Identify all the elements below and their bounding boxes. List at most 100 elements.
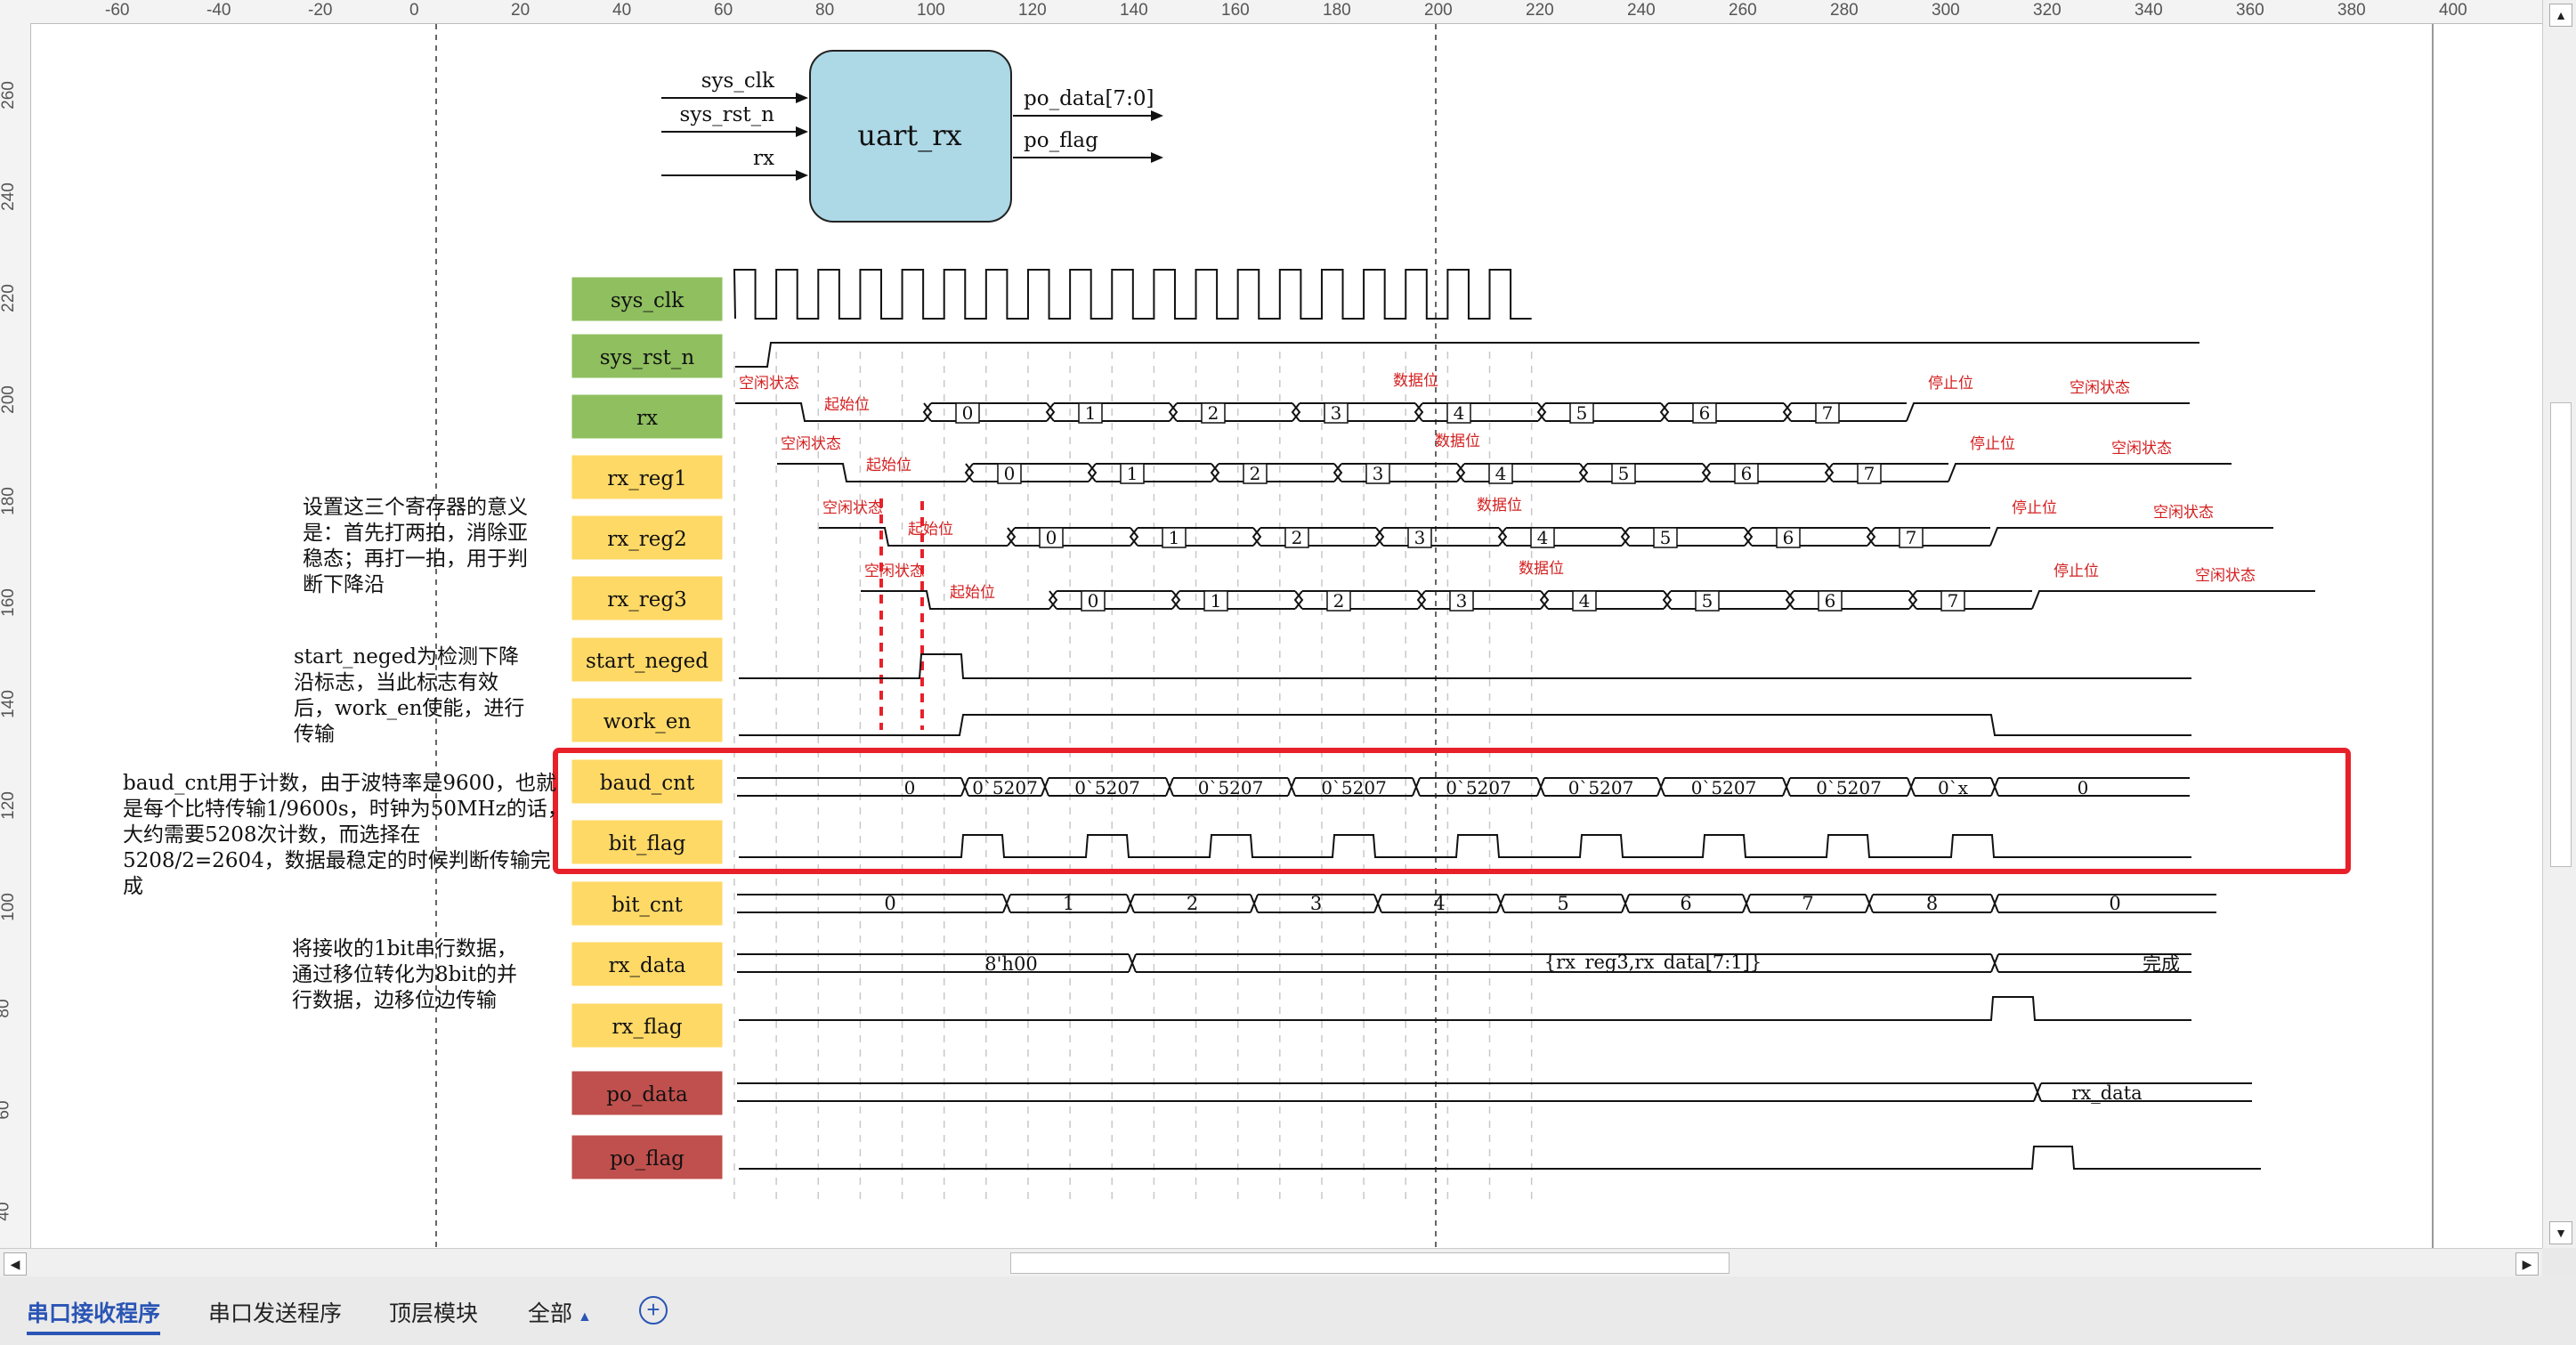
bit-cnt-cell — [1990, 894, 2216, 913]
signal-name: rx_flag — [612, 1016, 683, 1039]
stage-label-start: 起始位 — [908, 521, 953, 538]
data-bit-label: 2 — [1208, 402, 1219, 424]
rx-reg2-data-cell — [1252, 527, 1376, 547]
rx-reg2-data-cell — [1129, 527, 1253, 547]
ruler-tick-label: 300 — [1932, 1, 1960, 20]
tab-top-module[interactable]: 顶层模块 — [389, 1296, 478, 1328]
annotation-rx-data: 行数据，边移位边传输 — [292, 989, 497, 1012]
rx-reg3-data-cell — [1662, 590, 1786, 610]
data-bit-label: 0 — [1088, 590, 1099, 612]
scroll-up-icon[interactable]: ▲ — [2549, 4, 2572, 27]
ruler-tick-label: -60 — [105, 1, 130, 20]
ruler-tick-label: 240 — [1627, 1, 1656, 20]
drawing-canvas[interactable]: uart_rx sys_clk sys_rst_n rx po_data[7:0] po_… — [31, 24, 2542, 1248]
signal-name: po_flag — [610, 1147, 685, 1171]
scroll-down-icon[interactable]: ▼ — [2549, 1221, 2572, 1244]
stage-label-start: 起始位 — [950, 584, 995, 601]
data-bit-label: 6 — [1825, 590, 1836, 612]
rx-data-cell — [1045, 402, 1170, 422]
vertical-scrollbar[interactable]: ▲ ▼ — [2542, 0, 2576, 1248]
data-bit-label: 3 — [1331, 402, 1342, 424]
data-bit-label: 0 — [1004, 463, 1016, 484]
ruler-tick-label: 80 — [815, 1, 835, 20]
data-bit-label: 3 — [1414, 527, 1426, 548]
baud-value: 0`5207 — [1691, 777, 1757, 798]
rx-reg1-data-cell — [1701, 463, 1826, 482]
data-bit-label: 5 — [1702, 590, 1713, 612]
rx-reg1-data-cell — [1087, 463, 1211, 482]
tab-all[interactable]: 全部 ▲ — [528, 1296, 592, 1328]
signal-name: sys_clk — [611, 289, 685, 312]
stage-label-idle: 空闲状态 — [864, 563, 925, 579]
rx-stop — [1906, 402, 2190, 422]
tab-uart-rx[interactable]: 串口接收程序 — [27, 1296, 161, 1335]
signal-name: rx_reg2 — [607, 528, 686, 551]
data-bit-label: 1 — [1127, 463, 1138, 484]
vertical-scroll-thumb[interactable] — [2550, 402, 2572, 867]
rx-data-cell — [1291, 402, 1415, 422]
rx-reg2-data-cell — [1374, 527, 1499, 547]
data-bit-label: 5 — [1660, 527, 1672, 548]
annotation-registers: 稳态；再打一拍，用于判 — [303, 547, 528, 571]
annotation-start-neged: 沿标志，当此标志有效 — [294, 671, 498, 694]
stage-label-idle-end: 空闲状态 — [2070, 379, 2130, 396]
stage-label-stop: 停止位 — [1928, 375, 1973, 392]
rx-reg1-data-cell — [1578, 463, 1703, 482]
rx-reg2-data-cell — [1866, 527, 1990, 547]
rx-reg3-data-cell — [1539, 590, 1664, 610]
data-bit-label: 2 — [1292, 527, 1303, 548]
stage-label-stop: 停止位 — [2054, 563, 2099, 579]
annotation-registers: 设置这三个寄存器的意义 — [303, 496, 528, 519]
ruler-tick-label: 360 — [2236, 1, 2264, 20]
data-bit-label: 4 — [1537, 527, 1549, 548]
module-input-label: sys_clk — [701, 69, 775, 93]
rx-reg1-data-cell — [1210, 463, 1334, 482]
add-sheet-icon[interactable]: + — [639, 1296, 668, 1325]
data-bit-label: 0 — [1046, 527, 1057, 548]
baud-value: 0`5207 — [1568, 777, 1634, 798]
data-bit-label: 4 — [1454, 402, 1465, 424]
ruler-tick-label: 320 — [2033, 1, 2062, 20]
horizontal-scroll-thumb[interactable] — [1010, 1252, 1729, 1274]
ruler-tick-label: 220 — [1526, 1, 1554, 20]
module-input-label: sys_rst_n — [680, 103, 775, 126]
data-bit-label: 1 — [1169, 527, 1180, 548]
data-bit-label: 6 — [1741, 463, 1753, 484]
annotation-registers: 断下降沿 — [303, 573, 385, 596]
vertical-ruler: 260 240 220 200 180 160 140 120 100 80 60 40 — [0, 23, 31, 1248]
rx-reg3-data-cell — [1293, 590, 1418, 610]
baud-cnt-cell — [1990, 777, 2190, 797]
data-bit-label: 3 — [1456, 590, 1468, 612]
bit-cnt-value: 4 — [1433, 893, 1445, 914]
rx-data-cell — [1782, 402, 1907, 422]
annotation-baud-cnt: baud_cnt用于计数，由于波特率是9600，也就 — [123, 772, 556, 795]
horizontal-ruler: -60 -40 -20 0 20 40 60 80 100 120 140 160 180 200 220 2… — [0, 0, 2542, 24]
baud-value: 0`5207 — [1446, 777, 1511, 798]
scroll-right-icon[interactable]: ▶ — [2515, 1252, 2539, 1276]
data-bit-label: 6 — [1783, 527, 1794, 548]
ruler-tick-label: 160 — [0, 588, 18, 617]
annotation-baud-cnt: 成 — [123, 875, 143, 898]
signal-name: rx_reg1 — [607, 467, 686, 490]
rx-reg3-data-cell — [1785, 590, 1909, 610]
data-bit-label: 7 — [1948, 590, 1959, 612]
signal-name: bit_flag — [609, 832, 686, 855]
po-data-bus — [2033, 1082, 2252, 1102]
bit-cnt-value: 7 — [1802, 893, 1813, 914]
tab-uart-tx[interactable]: 串口发送程序 — [208, 1296, 342, 1328]
ruler-tick-label: 160 — [1221, 1, 1250, 20]
ruler-tick-label: 220 — [0, 284, 18, 312]
ruler-tick-label: 20 — [511, 1, 531, 20]
ruler-tick-label: 60 — [0, 1100, 13, 1120]
stage-label-data: 数据位 — [1435, 433, 1480, 450]
data-bit-label: 7 — [1822, 402, 1834, 424]
horizontal-scrollbar[interactable]: ◀ ▶ — [0, 1248, 2542, 1277]
baud-value: 0 — [904, 777, 916, 798]
po-flag-wave — [739, 1146, 2261, 1170]
ruler-tick-label: 280 — [1830, 1, 1859, 20]
sys-rst-n-wave — [735, 342, 2199, 368]
ruler-tick-label: 140 — [0, 690, 18, 718]
scroll-left-icon[interactable]: ◀ — [4, 1252, 27, 1276]
baud-value: 0`5207 — [1074, 777, 1140, 798]
ruler-tick-label: -20 — [308, 1, 333, 20]
